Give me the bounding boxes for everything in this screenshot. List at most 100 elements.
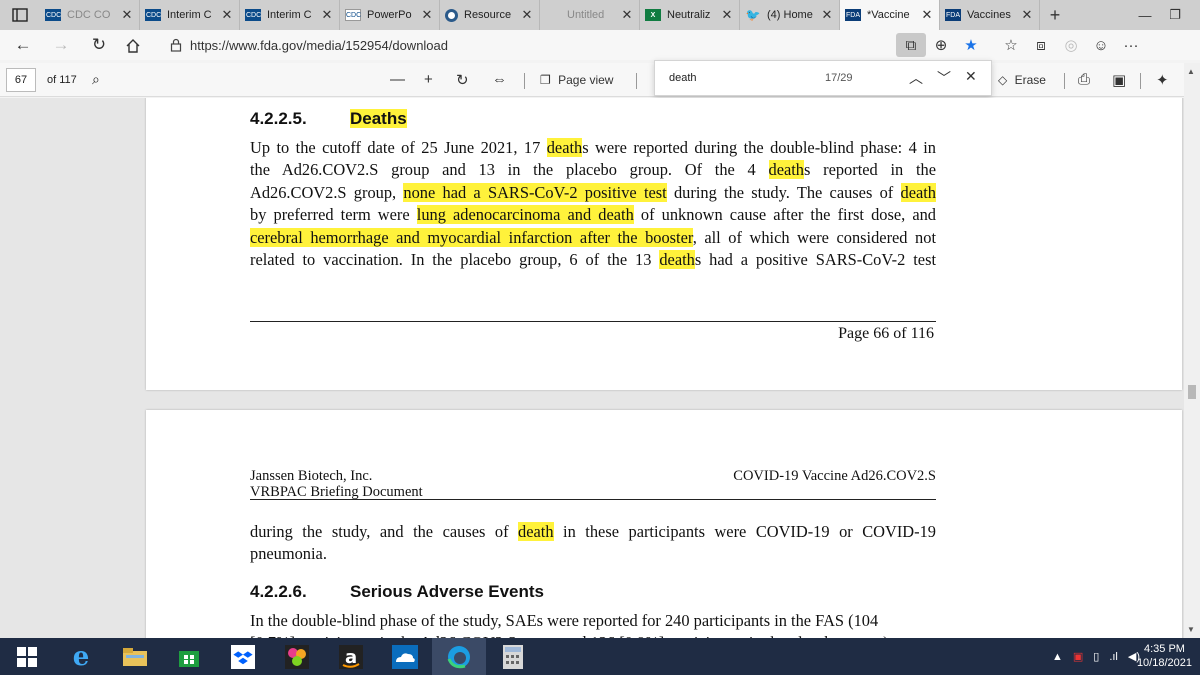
zoom-out-button[interactable]: —	[390, 71, 405, 88]
zoom-in-button[interactable]: +	[424, 71, 433, 88]
browser-tab[interactable]: CDC Interim C ✕	[140, 0, 240, 30]
minimize-button[interactable]: —	[1130, 0, 1160, 30]
save-button[interactable]: ▣	[1112, 71, 1126, 89]
favicon-icon	[545, 9, 561, 21]
browser-tab[interactable]: Resource ✕	[440, 0, 540, 30]
find-close-button[interactable]: ✕	[965, 68, 977, 85]
chevron-up-icon: ︿	[909, 70, 923, 86]
extension-icon: ◎	[1064, 37, 1078, 54]
tab-title: Resource	[464, 9, 512, 21]
find-next-button[interactable]: ﹀	[937, 68, 951, 88]
close-tab-icon[interactable]: ✕	[720, 7, 734, 23]
rotate-button[interactable]: ↻	[456, 71, 469, 89]
sae-paragraph: In the double-blind phase of the study, …	[250, 610, 936, 638]
close-tab-icon[interactable]: ✕	[220, 7, 234, 23]
more-button[interactable]: ···	[1116, 33, 1146, 57]
rotate-icon: ↻	[456, 72, 469, 89]
pdf-page: Janssen Biotech, Inc. VRBPAC Briefing Do…	[146, 410, 1182, 638]
pin-toolbar-button[interactable]: ✦	[1156, 71, 1169, 89]
browser-tab[interactable]: CDC PowerPo ✕	[340, 0, 440, 30]
pdf-page: 4.2.2.5. Deaths Up to the cutoff date of …	[146, 98, 1182, 390]
close-tab-icon[interactable]: ✕	[620, 7, 634, 23]
browser-tab[interactable]: CDC Interim C ✕	[240, 0, 340, 30]
close-tab-icon[interactable]: ✕	[1020, 7, 1034, 23]
taskbar-dropbox[interactable]	[216, 638, 270, 675]
close-tab-icon[interactable]: ✕	[320, 7, 334, 23]
collections-button[interactable]: ⧈	[1026, 33, 1056, 57]
collections-icon: ⧈	[1036, 36, 1046, 54]
scroll-up-icon[interactable]: ▲	[1187, 67, 1195, 76]
pdf-search-button[interactable]: ⌕	[92, 71, 100, 88]
find-input[interactable]: death	[669, 72, 697, 84]
browser-tab[interactable]: Untitled ✕	[540, 0, 640, 30]
back-button[interactable]: ←	[8, 30, 38, 60]
chevron-down-icon: ﹀	[937, 70, 951, 86]
browser-tab[interactable]: 🐦 (4) Home ✕	[740, 0, 840, 30]
browser-tab[interactable]: FDA Vaccines ✕	[940, 0, 1040, 30]
toolbar-divider	[1064, 73, 1065, 89]
refresh-button[interactable]: ↻	[84, 30, 114, 60]
profile-button[interactable]: ☺	[1086, 33, 1116, 57]
windows-logo-icon	[17, 646, 37, 667]
close-tab-icon[interactable]: ✕	[120, 7, 134, 23]
taskbar-calculator[interactable]	[486, 638, 540, 675]
taskbar-photos[interactable]	[270, 638, 324, 675]
close-tab-icon[interactable]: ✕	[520, 7, 534, 23]
close-tab-icon[interactable]: ✕	[920, 7, 934, 23]
close-tab-icon[interactable]: ✕	[820, 7, 834, 23]
tab-actions-button[interactable]	[0, 0, 40, 30]
erase-button[interactable]: ◇ Erase	[998, 73, 1046, 87]
plus-icon: +	[424, 71, 433, 88]
page-footer: Page 66 of 116	[838, 325, 934, 342]
close-tab-icon[interactable]: ✕	[420, 7, 434, 23]
battery-icon[interactable]: ▯	[1093, 650, 1099, 663]
new-tab-button[interactable]: +	[1040, 5, 1070, 26]
address-bar-row: ← → ↻ https://www.fda.gov/media/152954/d…	[0, 30, 1200, 60]
page-number-input[interactable]: 67	[6, 68, 36, 92]
text-line: Ad26.COV2.S group, none had a SARS-CoV-2…	[250, 182, 936, 204]
fit-page-button[interactable]: ⇔	[492, 71, 507, 88]
text-run: pneumonia.	[250, 544, 327, 564]
page-view-button[interactable]: ❐ Page view	[540, 73, 613, 87]
taskbar-amazon[interactable]: a	[324, 638, 378, 675]
text-run: Ad26.COV2.S group,	[250, 182, 404, 202]
home-button[interactable]	[118, 30, 148, 60]
extension-button[interactable]: ◎	[1056, 33, 1086, 57]
restore-button[interactable]: ❐	[1160, 0, 1190, 30]
show-hidden-icons-icon[interactable]: ▲	[1052, 651, 1063, 663]
scroll-down-icon[interactable]: ▼	[1187, 625, 1195, 634]
pin-icon: ✦	[1156, 72, 1169, 89]
signal-icon[interactable]: .ıl	[1109, 651, 1118, 663]
taskbar-internet-explorer[interactable]: e	[54, 638, 108, 675]
favicon-icon: 🐦	[745, 8, 761, 22]
favorite-button[interactable]: ★	[956, 33, 986, 57]
system-clock[interactable]: 4:35 PM 10/18/2021	[1137, 642, 1192, 670]
vertical-scrollbar[interactable]: ▲ ▼	[1184, 63, 1200, 638]
taskbar-file-explorer[interactable]	[108, 638, 162, 675]
text-run: related to vaccination. In the placebo g…	[250, 250, 660, 270]
continued-paragraph: during the study, and the causes of deat…	[250, 521, 936, 566]
forward-button[interactable]: →	[46, 30, 76, 60]
print-button[interactable]: ⎙	[1078, 71, 1090, 88]
tab-title: (4) Home	[767, 9, 813, 21]
search-highlight: death	[768, 160, 804, 180]
text-line: cerebral hemorrhage and myocardial infar…	[250, 227, 936, 249]
network-error-icon[interactable]: ▣	[1073, 650, 1083, 663]
browser-tab[interactable]: X Neutraliz ✕	[640, 0, 740, 30]
address-bar-actions: ⧉ ⊕ ★ ☆ ⧈ ◎ ☺ ···	[896, 33, 1146, 57]
windows-start-button[interactable]	[0, 638, 54, 675]
browser-tab[interactable]: CDC CDC CO ✕	[40, 0, 140, 30]
immersive-reader-button[interactable]: ⧉	[896, 33, 926, 57]
text-line: pneumonia.	[250, 543, 936, 565]
taskbar-store[interactable]	[162, 638, 216, 675]
taskbar-edge[interactable]	[432, 638, 486, 675]
search-highlight: none had a SARS-CoV-2 positive test	[403, 182, 667, 202]
pdf-viewer[interactable]: 4.2.2.5. Deaths Up to the cutoff date of …	[0, 98, 1184, 638]
taskbar-onedrive[interactable]	[378, 638, 432, 675]
zoom-button[interactable]: ⊕	[926, 33, 956, 57]
scroll-thumb[interactable]	[1188, 385, 1196, 399]
favorites-button[interactable]: ☆	[996, 33, 1026, 57]
browser-tab[interactable]: FDA *Vaccine ✕	[840, 0, 940, 30]
find-previous-button[interactable]: ︿	[909, 68, 923, 88]
text-run: s had a positive SARS-CoV-2 test	[694, 250, 936, 270]
